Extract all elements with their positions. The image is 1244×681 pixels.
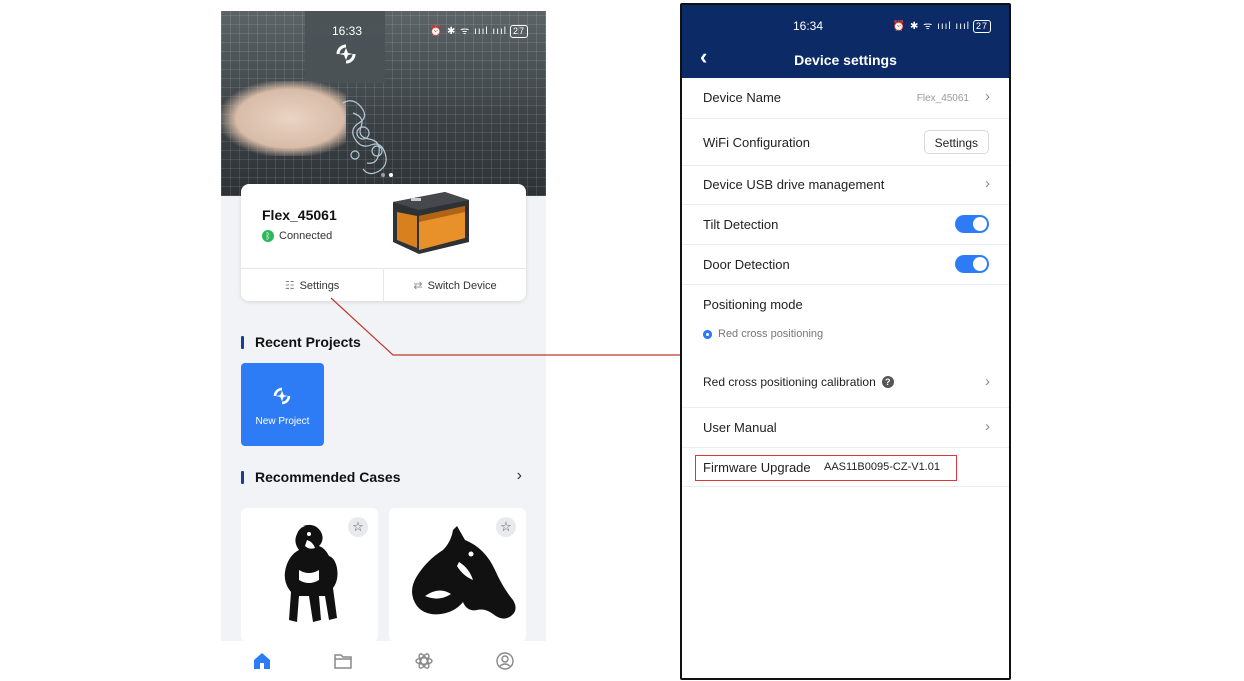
hero-banner[interactable] [221, 11, 546, 196]
calibration-row[interactable]: Red cross positioning calibration? › [682, 359, 1009, 408]
firmware-highlight-box: Firmware Upgrade AAS11B0095-CZ-V1.01 [695, 455, 957, 481]
new-project-label: New Project [255, 416, 310, 427]
positioning-mode-label: Positioning mode [703, 297, 803, 312]
settings-button[interactable]: ☷ Settings [241, 269, 383, 302]
status-icons: ⏰ ✱ ᯤ ıııl ıııl 27 [893, 18, 991, 33]
user-manual-label: User Manual [703, 420, 777, 435]
atom-icon [415, 653, 433, 669]
home-screen: 16:33 ⏰ ✱ ᯤ ıııl ıııl 27 Flex_45061 ᛒ Con… [221, 11, 546, 681]
recommended-cases-title: Recommended Cases [255, 469, 401, 485]
settings-button-label: Settings [299, 279, 340, 292]
battery-icon: 27 [509, 25, 528, 38]
sliders-icon: ☷ [284, 280, 295, 292]
explore-tab[interactable] [412, 649, 436, 673]
page-title: Device settings [794, 52, 897, 68]
status-time: 16:33 [332, 24, 363, 38]
brand-logo-icon [336, 44, 356, 64]
wifi-config-label: WiFi Configuration [703, 135, 810, 150]
bluetooth-icon: ᛒ [262, 230, 274, 242]
help-question-icon[interactable]: ? [881, 376, 894, 388]
new-project-button[interactable]: New Project [241, 363, 324, 446]
device-card[interactable]: Flex_45061 ᛒ Connected ☷ Settings ⇄ Swit… [241, 184, 526, 302]
positioning-mode-row: Positioning mode Red cross positioning [682, 285, 1009, 358]
tilt-detection-row: Tilt Detection [682, 205, 1009, 245]
brand-logo-icon [273, 387, 291, 405]
home-tab[interactable] [250, 649, 274, 673]
positioning-option-label[interactable]: Red cross positioning [718, 328, 823, 340]
status-indicators: ⏰ ✱ ᯤ ıııl ıııl [429, 26, 507, 37]
recent-projects-heading: Recent Projects [241, 334, 361, 350]
status-icons: ⏰ ✱ ᯤ ıııl ıııl 27 [430, 23, 528, 38]
status-bar: 16:33 ⏰ ✱ ᯤ ıııl ıııl 27 [221, 11, 546, 38]
horse-head-image [412, 526, 516, 619]
home-icon [253, 653, 270, 669]
engraved-piece-image [342, 100, 387, 175]
calibration-label-wrap: Red cross positioning calibration? [703, 375, 894, 389]
callout-connector [330, 297, 682, 356]
door-detection-label: Door Detection [703, 257, 790, 272]
projects-tab[interactable] [331, 649, 355, 673]
chevron-right-icon: › [985, 373, 990, 390]
radio-selected-icon[interactable] [703, 330, 712, 339]
case-card-horse[interactable]: ☆ [389, 508, 526, 642]
door-detection-toggle[interactable] [955, 255, 989, 273]
profile-tab[interactable] [493, 649, 517, 673]
case-card-dog[interactable]: ☆ [241, 508, 378, 642]
carousel-dots[interactable] [381, 173, 393, 177]
tilt-detection-label: Tilt Detection [703, 217, 779, 232]
section-marker [241, 470, 244, 484]
device-settings-screen: 16:34 ⏰ ✱ ᯤ ıııl ıııl 27 ‹ Device setting… [680, 3, 1011, 680]
device-name-label: Device Name [703, 90, 782, 105]
status-indicators: ⏰ ✱ ᯤ ıııl ıııl [892, 21, 970, 32]
connection-status-label: Connected [279, 230, 333, 242]
rottweiler-image [284, 524, 338, 622]
wifi-config-row: WiFi Configuration Settings [682, 119, 1009, 166]
recommended-cases-heading: Recommended Cases [241, 469, 401, 485]
laser-machine-image [393, 192, 469, 254]
bottom-tab-bar [221, 641, 546, 681]
usb-drive-row[interactable]: Device USB drive management › [682, 166, 1009, 205]
battery-icon: 27 [972, 20, 991, 33]
folder-icon [334, 654, 352, 669]
hand-image [221, 81, 346, 156]
chevron-right-icon: › [985, 88, 990, 105]
calibration-label: Red cross positioning calibration [703, 375, 876, 389]
usb-drive-label: Device USB drive management [703, 177, 885, 192]
recommended-more-chevron-icon[interactable]: › [517, 467, 522, 485]
section-marker [241, 335, 244, 349]
settings-header: 16:34 ⏰ ✱ ᯤ ıııl ıııl 27 ‹ Device setting… [682, 5, 1009, 78]
recent-projects-title: Recent Projects [255, 334, 361, 350]
device-name: Flex_45061 [262, 207, 337, 223]
connection-status: ᛒ Connected [262, 230, 332, 242]
wifi-settings-button[interactable]: Settings [923, 130, 989, 154]
chevron-right-icon: › [985, 175, 990, 192]
tilt-detection-toggle[interactable] [955, 215, 989, 233]
door-detection-row: Door Detection [682, 245, 1009, 285]
chevron-right-icon: › [985, 418, 990, 435]
firmware-upgrade-label: Firmware Upgrade [703, 460, 811, 475]
favorite-star-icon[interactable]: ☆ [348, 517, 368, 537]
switch-device-button[interactable]: ⇄ Switch Device [383, 269, 526, 302]
profile-icon [496, 652, 515, 670]
favorite-star-icon[interactable]: ☆ [496, 517, 516, 537]
device-name-row[interactable]: Device Name Flex_45061 › [682, 78, 1009, 119]
device-card-actions: ☷ Settings ⇄ Switch Device [241, 268, 526, 302]
user-manual-row[interactable]: User Manual › [682, 408, 1009, 448]
status-time: 16:34 [793, 19, 824, 33]
swap-icon: ⇄ [413, 280, 423, 292]
switch-device-label: Switch Device [427, 279, 497, 292]
firmware-version: AAS11B0095-CZ-V1.01 [824, 461, 940, 473]
device-name-value: Flex_45061 [916, 93, 969, 104]
